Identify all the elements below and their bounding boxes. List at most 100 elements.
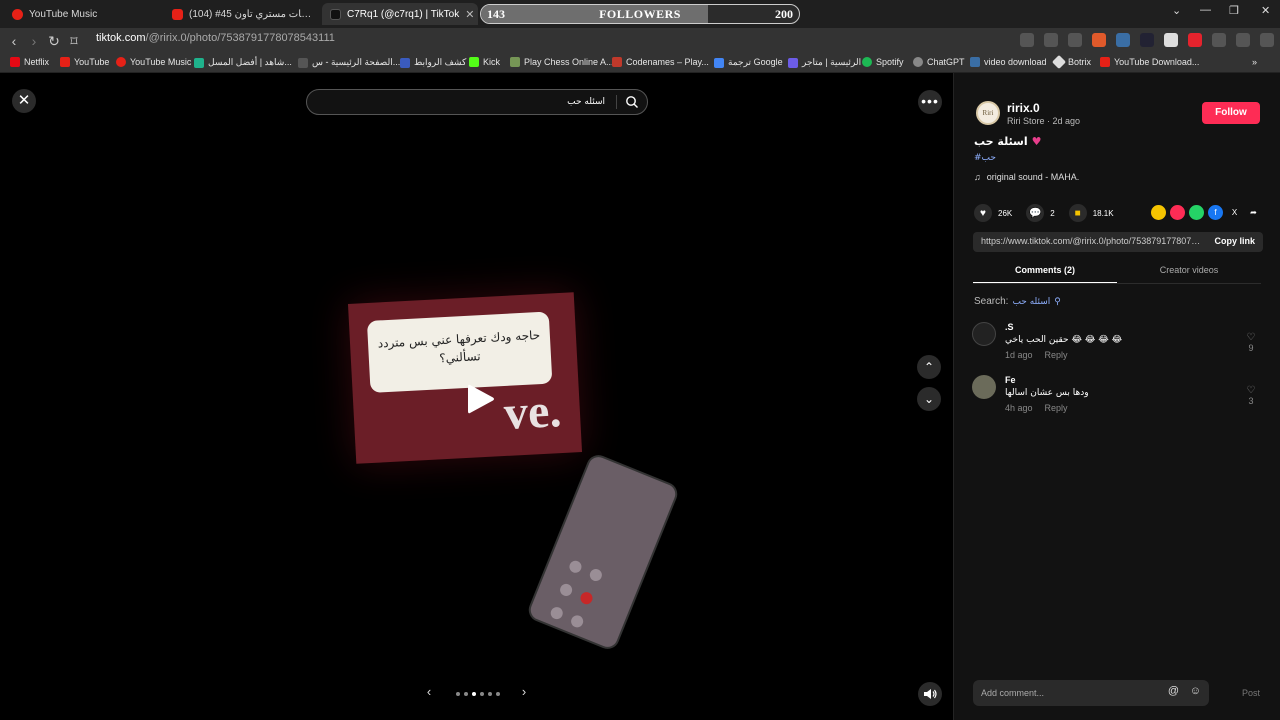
extension-icon[interactable] xyxy=(1188,33,1202,47)
puzzle-icon[interactable] xyxy=(1212,33,1226,47)
post-comment-button[interactable]: Post xyxy=(1242,688,1260,698)
bookmark-shahid[interactable]: شاهد | أفضل المسل... xyxy=(194,57,292,68)
carousel-previous-icon[interactable]: ‹ xyxy=(422,685,436,699)
bookmark-save-icon[interactable]: ■ xyxy=(1068,204,1087,222)
comment-like[interactable]: ♡ 9 xyxy=(1244,332,1258,353)
share-icon[interactable] xyxy=(1068,33,1082,47)
comment-icon[interactable]: 💬 xyxy=(1026,204,1045,222)
search-input[interactable] xyxy=(317,94,607,110)
bookmark-stores[interactable]: الرئيسية | متاجر xyxy=(788,57,861,68)
brave-shield-icon[interactable] xyxy=(1092,33,1106,47)
reply-button[interactable]: Reply xyxy=(1045,403,1068,413)
facebook-icon[interactable]: f xyxy=(1208,205,1223,220)
repost-icon[interactable] xyxy=(1170,205,1185,220)
coin-icon[interactable] xyxy=(1151,205,1166,220)
music-icon[interactable] xyxy=(1236,33,1250,47)
x-icon[interactable]: X xyxy=(1227,205,1242,220)
whatsapp-icon[interactable] xyxy=(1189,205,1204,220)
share-arrow-icon[interactable]: ➦ xyxy=(1246,205,1261,220)
tab-list-chevron-icon[interactable]: ⌄ xyxy=(1172,4,1181,17)
previous-post-button[interactable]: ⌃ xyxy=(917,355,941,379)
bookmark-kick[interactable]: Kick xyxy=(469,57,500,67)
bookmark-chess[interactable]: Play Chess Online A... xyxy=(510,57,614,67)
menu-icon[interactable] xyxy=(1260,33,1274,47)
bookmark-video-download[interactable]: video download xyxy=(970,57,1047,67)
more-options-button[interactable]: ••• xyxy=(918,90,942,114)
carousel-dot[interactable] xyxy=(480,692,484,696)
copy-link-button[interactable]: Copy link xyxy=(1214,236,1255,246)
tab-comments[interactable]: Comments (2) xyxy=(973,265,1117,283)
tab-youtube-music[interactable]: YouTube Music xyxy=(4,3,160,25)
search-bar xyxy=(306,89,648,115)
bookmark-youtube-download[interactable]: YouTube Download... xyxy=(1100,57,1199,67)
bookmark-icon[interactable]: ⌑ xyxy=(66,33,82,49)
tiktok-icon xyxy=(330,8,341,20)
close-tab-icon[interactable]: ✕ xyxy=(465,8,474,21)
like-heart-icon[interactable]: ♥ xyxy=(974,204,992,222)
reply-button[interactable]: Reply xyxy=(1045,350,1068,360)
forward-icon[interactable]: › xyxy=(26,33,42,49)
search-query: اسئله حب xyxy=(1012,296,1051,307)
url-field[interactable]: tiktok.com/@ririx.0/photo/75387917780785… xyxy=(96,32,335,44)
tab-mt-clips[interactable]: (104) #45 كليبات مستري تاون MT | ف... xyxy=(164,3,320,25)
comment-like[interactable]: ♡ 3 xyxy=(1244,385,1258,406)
search-icon: ⚲ xyxy=(1054,296,1061,306)
carousel-dot[interactable] xyxy=(456,692,460,696)
photo-question-text: حاجه ودك تعرفها عني بس متردد تسألني؟ xyxy=(366,311,553,393)
close-viewer-button[interactable]: ✕ xyxy=(12,89,36,113)
chevron-down-icon: ⌄ xyxy=(923,392,935,406)
bookmark-links[interactable]: كشف الروابط xyxy=(400,57,466,68)
bookmark-youtube-music[interactable]: YouTube Music xyxy=(116,57,191,67)
hashtag-link[interactable]: #حب xyxy=(974,153,996,163)
comment-input[interactable] xyxy=(979,685,1129,701)
back-icon[interactable]: ‹ xyxy=(6,33,22,49)
sound-link[interactable]: ♫ original sound - MAHA. xyxy=(974,172,1079,182)
translate-icon[interactable] xyxy=(1020,33,1034,47)
avatar[interactable]: Riri xyxy=(976,101,1000,125)
bookmark-youtube[interactable]: YouTube xyxy=(60,57,109,67)
bookmark-translate[interactable]: ترجمة Google xyxy=(714,57,783,68)
play-icon[interactable] xyxy=(462,381,498,417)
comment-author[interactable]: Fe xyxy=(1005,375,1016,385)
extension-icon[interactable] xyxy=(1164,33,1178,47)
bookmark-spotify[interactable]: Spotify xyxy=(862,57,904,67)
carousel-dot[interactable] xyxy=(488,692,492,696)
restore-icon[interactable]: ❐ xyxy=(1229,4,1239,17)
search-label: Search: xyxy=(974,296,1009,307)
more-bookmarks-icon[interactable]: » xyxy=(1252,57,1257,67)
post-detail-panel: Riri ririx.0 Riri Store · 2d ago Follow … xyxy=(953,73,1280,720)
reload-icon[interactable]: ↻ xyxy=(46,33,62,49)
mention-icon[interactable]: @ xyxy=(1168,685,1179,697)
search-suggestion[interactable]: Search: اسئله حب ⚲ xyxy=(974,296,1061,307)
bookmark-botrix[interactable]: Botrix xyxy=(1051,54,1091,70)
carousel-dot[interactable] xyxy=(472,692,476,696)
emoji-icon[interactable]: ☺ xyxy=(1190,685,1201,697)
extension-icon[interactable] xyxy=(1116,33,1130,47)
post-link-text[interactable]: https://www.tiktok.com/@ririx.0/photo/75… xyxy=(981,236,1203,246)
search-icon[interactable] xyxy=(625,95,639,109)
carousel-next-icon[interactable]: › xyxy=(517,685,531,699)
comment-avatar[interactable] xyxy=(972,322,996,346)
follow-button[interactable]: Follow xyxy=(1202,102,1260,124)
like-count: 26K xyxy=(998,208,1013,218)
close-window-icon[interactable]: ✕ xyxy=(1261,4,1270,17)
next-post-button[interactable]: ⌄ xyxy=(917,387,941,411)
username[interactable]: ririx.0 xyxy=(1007,101,1040,115)
bookmark-netflix[interactable]: Netflix xyxy=(10,57,49,67)
url-host: tiktok.com xyxy=(96,32,146,44)
volume-button[interactable] xyxy=(918,682,942,706)
bookmark-home[interactable]: الصفحة الرئيسية - س... xyxy=(298,57,400,68)
comment-author[interactable]: .S xyxy=(1005,322,1014,332)
carousel-dot[interactable] xyxy=(464,692,468,696)
carousel-dot[interactable] xyxy=(496,692,500,696)
moon-icon[interactable] xyxy=(1140,33,1154,47)
comment-avatar[interactable] xyxy=(972,375,996,399)
bookmark-chatgpt[interactable]: ChatGPT xyxy=(913,57,965,67)
post-subtitle: Riri Store · 2d ago xyxy=(1007,116,1081,126)
bookmark-codenames[interactable]: Codenames – Play... xyxy=(612,57,709,67)
comment-meta: 4h ago Reply xyxy=(1005,403,1068,413)
tab-tiktok[interactable]: C7Rq1 (@c7rq1) | TikTok ✕ xyxy=(322,3,478,25)
minimize-icon[interactable]: — xyxy=(1200,4,1211,16)
cast-icon[interactable] xyxy=(1044,33,1058,47)
tab-creator-videos[interactable]: Creator videos xyxy=(1117,265,1261,275)
